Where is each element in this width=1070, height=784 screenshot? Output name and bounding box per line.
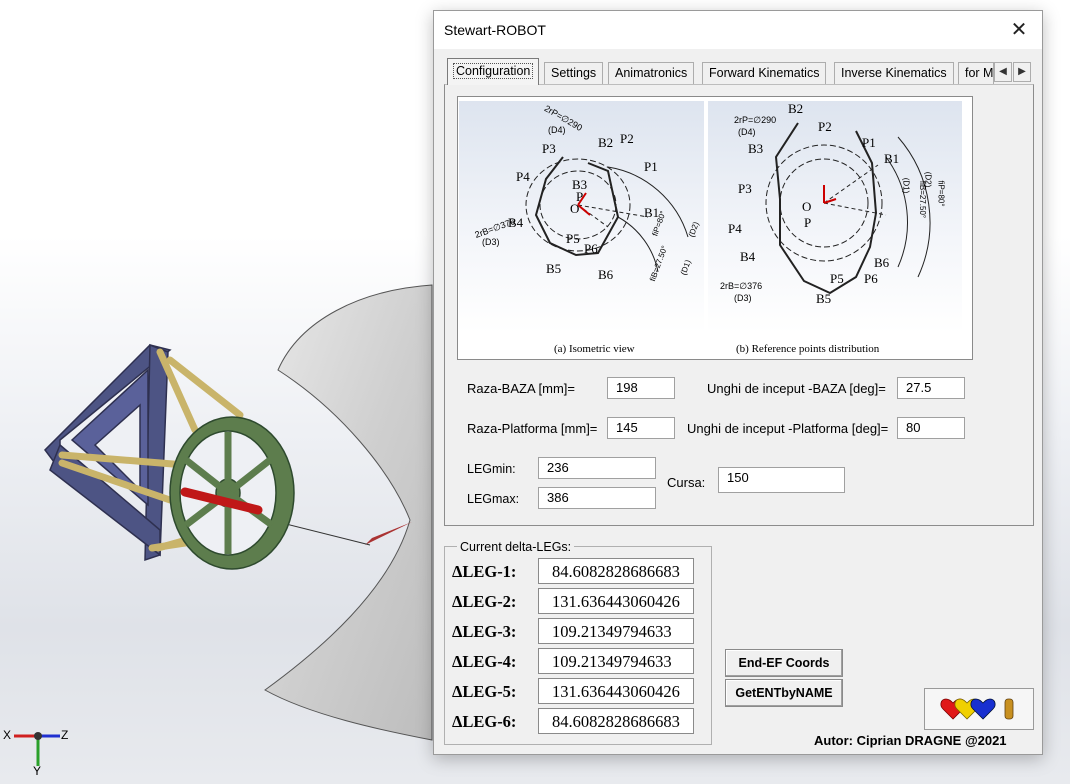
label-fip-right: fiP=80° xyxy=(936,180,946,207)
leg-1-value[interactable]: 84.6082828686683 xyxy=(538,558,694,584)
reference-points-diagram xyxy=(459,101,962,333)
current-delta-legs-title: Current delta-LEGs: xyxy=(457,540,575,554)
leg-3-label: ΔLEG-3: xyxy=(452,622,517,641)
cursa-input[interactable]: 150 xyxy=(718,467,845,493)
raza-baza-input[interactable]: 198 xyxy=(607,377,675,399)
label-b5-right: B5 xyxy=(816,291,832,306)
label-p2-left: P2 xyxy=(620,131,634,146)
axis-z-label: Z xyxy=(61,728,69,742)
unghi-platforma-label: Unghi de inceput -Platforma [deg]= xyxy=(687,421,889,436)
label-p4-left: P4 xyxy=(516,169,530,184)
label-o-right: O xyxy=(802,199,812,214)
label-p3-right: P3 xyxy=(738,181,752,196)
label-p1-right: P1 xyxy=(862,135,876,150)
label-p6-right: P6 xyxy=(864,271,878,286)
label-d3-left: (D3) xyxy=(482,237,500,247)
label-b1-right: B1 xyxy=(884,151,900,166)
get-ent-by-name-button[interactable]: GetENTbyNAME xyxy=(725,679,843,707)
label-p2-right: P2 xyxy=(818,119,832,134)
tab-scroll-left-icon[interactable]: ◀ xyxy=(994,62,1012,82)
tab-inverse-kinematics[interactable]: Inverse Kinematics xyxy=(834,62,954,84)
tab-configuration-label: Configuration xyxy=(452,63,534,79)
leg-5-value[interactable]: 131.636443060426 xyxy=(538,678,694,704)
leg-3-value[interactable]: 109.21349794633 xyxy=(538,618,694,644)
figure-caption-a: (a) Isometric view xyxy=(554,343,635,355)
label-p-right: P xyxy=(804,215,812,230)
label-b2-right: B2 xyxy=(788,101,804,116)
label-d3-right: (D3) xyxy=(734,293,752,303)
title-bar[interactable]: Stewart-ROBOT ✕ xyxy=(434,11,1042,49)
raza-platforma-input[interactable]: 145 xyxy=(607,417,675,439)
close-button[interactable]: ✕ xyxy=(996,11,1042,49)
label-p1-left: P1 xyxy=(644,159,658,174)
leg-5-label: ΔLEG-5: xyxy=(452,682,517,701)
label-b4-right: B4 xyxy=(740,249,756,264)
axis-x-label: X xyxy=(3,728,12,742)
leg-6-value[interactable]: 84.6082828686683 xyxy=(538,708,694,734)
leg-1-label: ΔLEG-1: xyxy=(452,562,517,581)
tab-forward-kinematics[interactable]: Forward Kinematics xyxy=(702,62,827,84)
legmax-input[interactable]: 386 xyxy=(538,487,656,509)
leg-4-value[interactable]: 109.21349794633 xyxy=(538,648,694,674)
end-ef-coords-button[interactable]: End-EF Coords xyxy=(725,649,843,677)
label-p3-left: P3 xyxy=(542,141,556,156)
tab-for-m[interactable]: for M xyxy=(958,62,994,84)
label-b6-left: B6 xyxy=(598,267,614,282)
legmax-label: LEGmax: xyxy=(467,492,520,506)
label-rb-right: 2rB=∅376 xyxy=(720,281,763,291)
label-p5-left: P5 xyxy=(566,231,580,246)
tab-settings[interactable]: Settings xyxy=(544,62,604,84)
leg-2-label: ΔLEG-2: xyxy=(452,592,517,611)
label-rp-right: 2rP=∅290 xyxy=(734,115,777,125)
dialog-title: Stewart-ROBOT xyxy=(444,22,546,38)
label-d2-right: (D2) xyxy=(923,171,933,188)
label-p-left: P xyxy=(576,189,584,204)
label-b3-right: B3 xyxy=(748,141,764,156)
cursa-label: Cursa: xyxy=(667,475,706,490)
label-b5-left: B5 xyxy=(546,261,562,276)
author-label: Autor: Ciprian DRAGNE @2021 xyxy=(814,733,1007,748)
axis-triad-icon xyxy=(14,732,60,766)
leg-6-label: ΔLEG-6: xyxy=(452,712,517,731)
unghi-platforma-input[interactable]: 80 xyxy=(897,417,965,439)
label-p5-right: P5 xyxy=(830,271,844,286)
tab-scroll-right-icon[interactable]: ▶ xyxy=(1013,62,1031,82)
figure-caption-b: (b) Reference points distribution xyxy=(736,343,880,355)
configuration-figure: B2 P2 P3 P1 P4 B3 O P B1 B4 P5 P6 B5 B6 … xyxy=(457,96,973,360)
leg-2-value[interactable]: 131.636443060426 xyxy=(538,588,694,614)
tab-configuration[interactable]: Configuration xyxy=(447,58,540,85)
hearts-icon xyxy=(940,698,1014,720)
label-b6-right: B6 xyxy=(874,255,890,270)
legmin-input[interactable]: 236 xyxy=(538,457,656,479)
legmin-label: LEGmin: xyxy=(467,462,516,476)
hearts-logo[interactable] xyxy=(924,688,1034,730)
label-d1-right: (D1) xyxy=(901,177,911,194)
axis-y-label: Y xyxy=(33,764,42,778)
label-p4-right: P4 xyxy=(728,221,742,236)
unghi-baza-label: Unghi de inceput -BAZA [deg]= xyxy=(707,381,886,396)
raza-baza-label: Raza-BAZA [mm]= xyxy=(467,381,575,396)
tab-animatronics[interactable]: Animatronics xyxy=(608,62,695,84)
label-d4-right: (D4) xyxy=(738,127,756,137)
raza-platforma-label: Raza-Platforma [mm]= xyxy=(467,421,598,436)
leg-4-label: ΔLEG-4: xyxy=(452,652,517,671)
label-b2-left: B2 xyxy=(598,135,614,150)
unghi-baza-input[interactable]: 27.5 xyxy=(897,377,965,399)
label-d4-left: (D4) xyxy=(548,125,566,135)
label-p6-left: P6 xyxy=(584,241,598,256)
